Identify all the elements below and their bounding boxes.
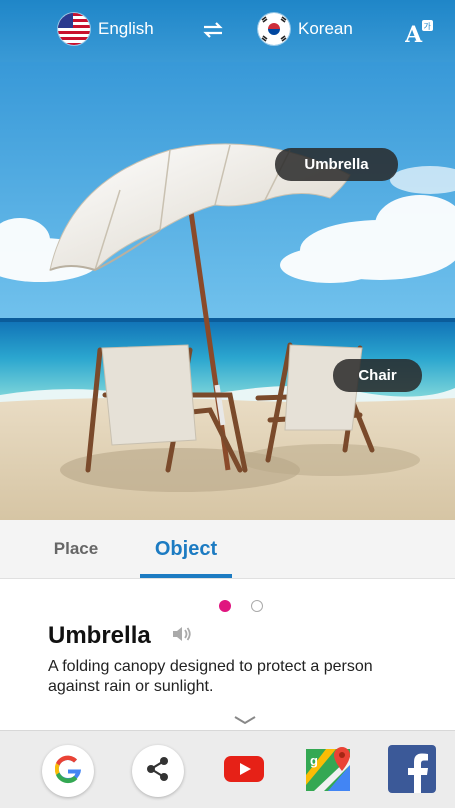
facebook-button[interactable]: [386, 744, 438, 798]
swap-languages-icon[interactable]: [202, 22, 224, 40]
svg-text:g: g: [310, 753, 318, 768]
result-word: Umbrella: [48, 622, 151, 649]
svg-text:A: A: [405, 22, 423, 45]
youtube-button[interactable]: [218, 745, 270, 797]
share-button[interactable]: [132, 745, 184, 797]
share-icon: [145, 756, 171, 787]
maps-icon: g: [304, 745, 352, 798]
result-panel: Place Object Umbrella A folding canopy d…: [0, 520, 455, 730]
maps-button[interactable]: g: [302, 745, 354, 797]
translate-font-icon[interactable]: A 가: [404, 19, 435, 50]
tab-place[interactable]: Place: [36, 520, 116, 578]
facebook-icon: [388, 744, 436, 798]
app-frame: English Korean A 가 Umbrella Chair Place …: [0, 0, 455, 808]
source-language-selector[interactable]: English: [58, 13, 154, 45]
share-app-bar: g: [0, 730, 455, 808]
result-word-row: Umbrella: [48, 622, 193, 650]
page-dot[interactable]: [251, 600, 263, 612]
target-language-label: Korean: [298, 19, 353, 38]
page-dot-active[interactable]: [219, 600, 231, 612]
tab-object[interactable]: Object: [140, 520, 232, 578]
category-tabs: Place Object: [0, 520, 455, 579]
korea-flag-icon: [258, 13, 290, 45]
source-language-label: English: [98, 19, 154, 38]
svg-text:가: 가: [424, 22, 432, 31]
youtube-icon: [224, 754, 264, 789]
result-definition: A folding canopy designed to protect a p…: [48, 658, 373, 695]
target-language-selector[interactable]: Korean: [258, 13, 353, 45]
us-flag-icon: [58, 13, 90, 45]
detected-umbrella-label[interactable]: Umbrella: [275, 148, 398, 181]
result-pagination: [219, 600, 263, 612]
google-button[interactable]: [42, 745, 94, 797]
chevron-down-icon[interactable]: [233, 712, 257, 730]
language-bar: English Korean A 가: [0, 0, 455, 62]
detected-chair-label[interactable]: Chair: [333, 359, 422, 392]
speaker-icon[interactable]: [171, 622, 193, 650]
google-icon: [51, 752, 85, 791]
camera-photo: [0, 0, 455, 520]
